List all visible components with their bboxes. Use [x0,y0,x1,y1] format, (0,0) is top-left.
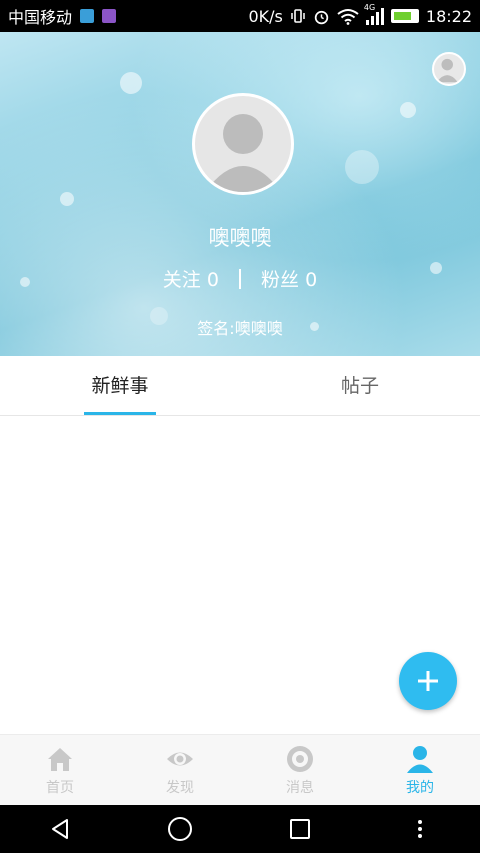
more-vert-icon [418,820,422,838]
network-type: 4G [363,3,376,12]
signature: 签名:噢噢噢 [197,319,283,338]
person-icon [407,745,433,773]
net-speed: 0K/s [248,6,283,26]
back-button[interactable] [40,809,80,849]
nav-mine[interactable]: 我的 [360,735,480,805]
battery-icon [390,9,419,23]
recents-square-icon [290,819,310,839]
tab-indicator [84,412,156,415]
status-bar: 中国移动 0K/s 4G 18:22 [0,0,480,32]
image-icon [102,9,117,23]
system-nav-bar [0,805,480,853]
vibrate-icon [291,9,305,23]
follow-stats: 关注 0 粉丝 0 [0,265,480,292]
nav-mine-label: 我的 [406,779,434,796]
fans-label[interactable]: 粉丝 [261,269,299,291]
profile-avatar[interactable] [192,93,294,195]
carrier-name: 中国移动 [8,8,73,27]
profile-header: 噢噢噢 关注 0 粉丝 0 签名:噢噢噢 [0,32,480,356]
eye-icon [167,752,193,765]
home-circle-icon [168,817,192,841]
follow-label[interactable]: 关注 [163,269,201,291]
wifi-icon [337,8,359,25]
notification-icon [80,9,95,23]
home-button[interactable] [160,809,200,849]
bottom-nav: 首页 发现 消息 我的 [0,734,480,805]
fans-count[interactable]: 0 [305,269,317,291]
message-icon [287,745,313,772]
alarm-icon [314,10,329,24]
username: 噢噢噢 [208,226,272,250]
add-post-button[interactable] [399,652,457,710]
signal-icon: 4G [364,3,384,25]
small-avatar-icon[interactable] [432,52,466,86]
follow-count[interactable]: 0 [207,269,219,291]
stats-divider [239,269,241,289]
clock: 18:22 [425,6,472,26]
nav-home-label: 首页 [46,779,74,796]
home-icon [48,747,72,771]
profile-tabs: 新鲜事 帖子 [0,356,480,416]
nav-messages-label: 消息 [286,779,314,796]
nav-discover-label: 发现 [166,779,194,796]
plus-icon [418,671,438,691]
nav-messages[interactable]: 消息 [240,735,360,805]
tab-posts[interactable]: 帖子 [240,356,480,416]
recents-button[interactable] [280,809,320,849]
nav-discover[interactable]: 发现 [120,735,240,805]
nav-home[interactable]: 首页 [0,735,120,805]
menu-button[interactable] [400,809,440,849]
tab-news[interactable]: 新鲜事 [0,356,240,416]
back-triangle-icon [52,819,68,839]
app-screen: 中国移动 0K/s 4G 18:22 噢噢噢 关注 0 粉丝 0 签名:噢噢噢 … [0,0,480,853]
